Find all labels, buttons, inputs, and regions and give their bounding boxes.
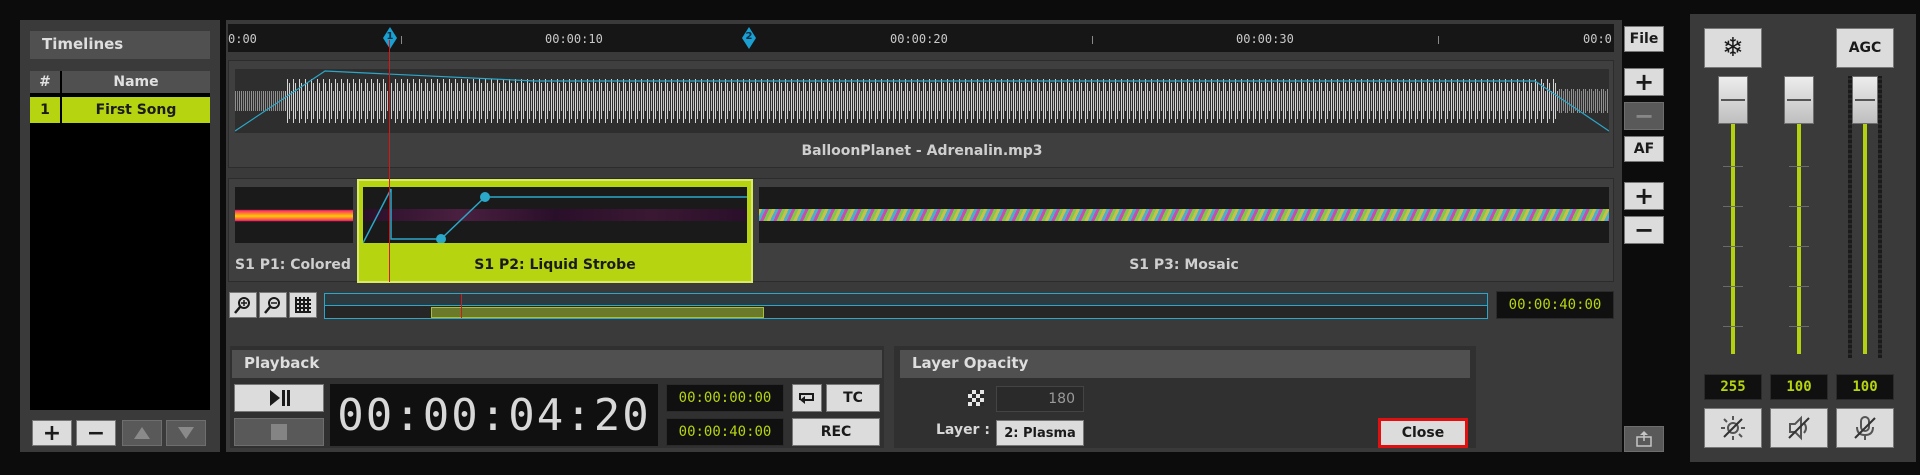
clip-colored-label: S1 P1: Colored: [235, 257, 351, 273]
mic-mute-icon: [1854, 416, 1876, 440]
clip-liquid-strobe-thumb: [363, 187, 747, 243]
agc-fader-value[interactable]: 100: [1836, 374, 1894, 400]
play-pause-icon: [270, 390, 290, 406]
move-up-button[interactable]: [122, 420, 162, 446]
clip-mosaic[interactable]: S1 P3: Mosaic: [753, 179, 1615, 283]
layer-select[interactable]: 2: Plasma: [996, 420, 1084, 446]
layer-opacity-value[interactable]: 180: [996, 386, 1084, 412]
ruler-label-30: 00:00:30: [1236, 32, 1294, 46]
clip-mosaic-label: S1 P3: Mosaic: [1129, 257, 1239, 273]
close-button[interactable]: Close: [1378, 418, 1468, 448]
snowflake-icon: ❄: [1722, 33, 1744, 63]
audio-zoom-in-button[interactable]: +: [1624, 68, 1664, 96]
audio-zoom-out-button[interactable]: −: [1624, 102, 1664, 130]
af-button[interactable]: AF: [1624, 136, 1664, 162]
arrow-up-icon: [134, 427, 150, 439]
timelines-col-num: #: [30, 71, 60, 93]
clip-zoom-in-button[interactable]: +: [1624, 182, 1664, 210]
timeline-row-num: 1: [30, 97, 60, 123]
audio-fader-handle[interactable]: [1784, 76, 1814, 124]
checker-icon: [968, 390, 984, 406]
agc-fader-handle[interactable]: [1852, 76, 1878, 124]
playhead[interactable]: [389, 40, 390, 282]
audio-track[interactable]: BalloonPlanet - Adrenalin.mp3: [228, 60, 1614, 168]
playback-start-time[interactable]: 00:00:00:00: [666, 384, 784, 412]
grid-icon: [295, 297, 311, 313]
stop-icon: [271, 424, 287, 440]
agc-meter[interactable]: [1848, 76, 1882, 358]
strobe-mute-icon: [1721, 416, 1745, 440]
zoom-out-icon: [264, 297, 280, 314]
strobe-mute-button[interactable]: [1704, 408, 1762, 448]
speaker-mute-icon: [1788, 415, 1810, 441]
clip-track[interactable]: S1 P1: Colored S1 P2: Liquid Strobe S1 P…: [228, 178, 1615, 283]
ruler-label-0: 0:00: [228, 32, 257, 46]
mic-mute-button[interactable]: [1836, 408, 1894, 448]
audio-mute-button[interactable]: [1770, 408, 1828, 448]
master-fader-value[interactable]: 255: [1704, 374, 1762, 400]
zoom-in-icon: [234, 297, 250, 314]
tc-button[interactable]: TC: [826, 384, 880, 412]
grid-button[interactable]: [289, 292, 317, 318]
ruler-label-10: 00:00:10: [545, 32, 603, 46]
zoom-in-button[interactable]: [229, 292, 257, 318]
audio-track-name: BalloonPlanet - Adrenalin.mp3: [801, 143, 1043, 159]
timelines-list[interactable]: # Name 1 First Song: [30, 71, 210, 410]
move-down-button[interactable]: [166, 420, 206, 446]
timeline-row-name: First Song: [62, 97, 210, 123]
playback-title: Playback: [232, 350, 882, 378]
stop-button[interactable]: [234, 418, 324, 446]
zoom-scrollbar[interactable]: [324, 293, 1488, 319]
remove-timeline-button[interactable]: −: [76, 420, 116, 446]
timelines-title: Timelines: [30, 31, 210, 59]
clip-liquid-strobe-label: S1 P2: Liquid Strobe: [474, 257, 636, 273]
clip-zoom-out-button[interactable]: −: [1624, 216, 1664, 244]
zoom-out-button[interactable]: [259, 292, 287, 318]
master-fader[interactable]: [1716, 76, 1750, 358]
timelines-col-name: Name: [62, 71, 210, 93]
zoom-scrollbar-top-lane: [325, 294, 1487, 306]
detach-icon: [1636, 431, 1652, 447]
clip-liquid-strobe[interactable]: S1 P2: Liquid Strobe: [357, 179, 753, 283]
freeze-button[interactable]: ❄: [1704, 28, 1762, 68]
zoom-playhead: [461, 294, 462, 318]
playback-end-time[interactable]: 00:00:40:00: [666, 418, 784, 446]
agc-button[interactable]: AGC: [1836, 28, 1894, 68]
clip-mosaic-thumb: [759, 187, 1609, 243]
clip-colored-thumb: [235, 187, 353, 243]
file-button[interactable]: File: [1624, 26, 1664, 52]
add-timeline-button[interactable]: +: [32, 420, 72, 446]
detach-button[interactable]: [1624, 426, 1664, 452]
cue-marker-2[interactable]: 2: [742, 27, 756, 49]
arrow-down-icon: [178, 427, 194, 439]
play-pause-button[interactable]: [234, 384, 324, 412]
cue-marker-1-label: 1: [386, 31, 394, 42]
playback-time-display: 00:00:04:20: [330, 384, 658, 446]
layer-label: Layer :: [936, 422, 990, 438]
waveform-graphic: [235, 70, 1609, 132]
loop-icon: [799, 393, 814, 404]
clip-colored[interactable]: S1 P1: Colored: [229, 179, 357, 283]
ruler-label-40: 00:0: [1583, 32, 1612, 46]
ruler-label-20: 00:00:20: [890, 32, 948, 46]
audio-fader-value[interactable]: 100: [1770, 374, 1828, 400]
cue-marker-2-label: 2: [745, 31, 753, 42]
zoom-scrollbar-thumb[interactable]: [431, 307, 764, 318]
rec-button[interactable]: REC: [792, 418, 880, 446]
loop-button[interactable]: [792, 384, 822, 412]
master-fader-handle[interactable]: [1718, 76, 1748, 124]
cue-marker-1[interactable]: 1: [383, 27, 397, 49]
audio-fader[interactable]: [1782, 76, 1816, 358]
audio-waveform: [235, 69, 1609, 133]
timeline-duration-display: 00:00:40:00: [1496, 291, 1614, 319]
timeline-row[interactable]: 1 First Song: [30, 97, 210, 123]
time-ruler[interactable]: 0:00 00:00:10 00:00:20 00:00:30 00:0 1 2: [228, 24, 1614, 52]
layer-opacity-title: Layer Opacity: [900, 350, 1470, 378]
